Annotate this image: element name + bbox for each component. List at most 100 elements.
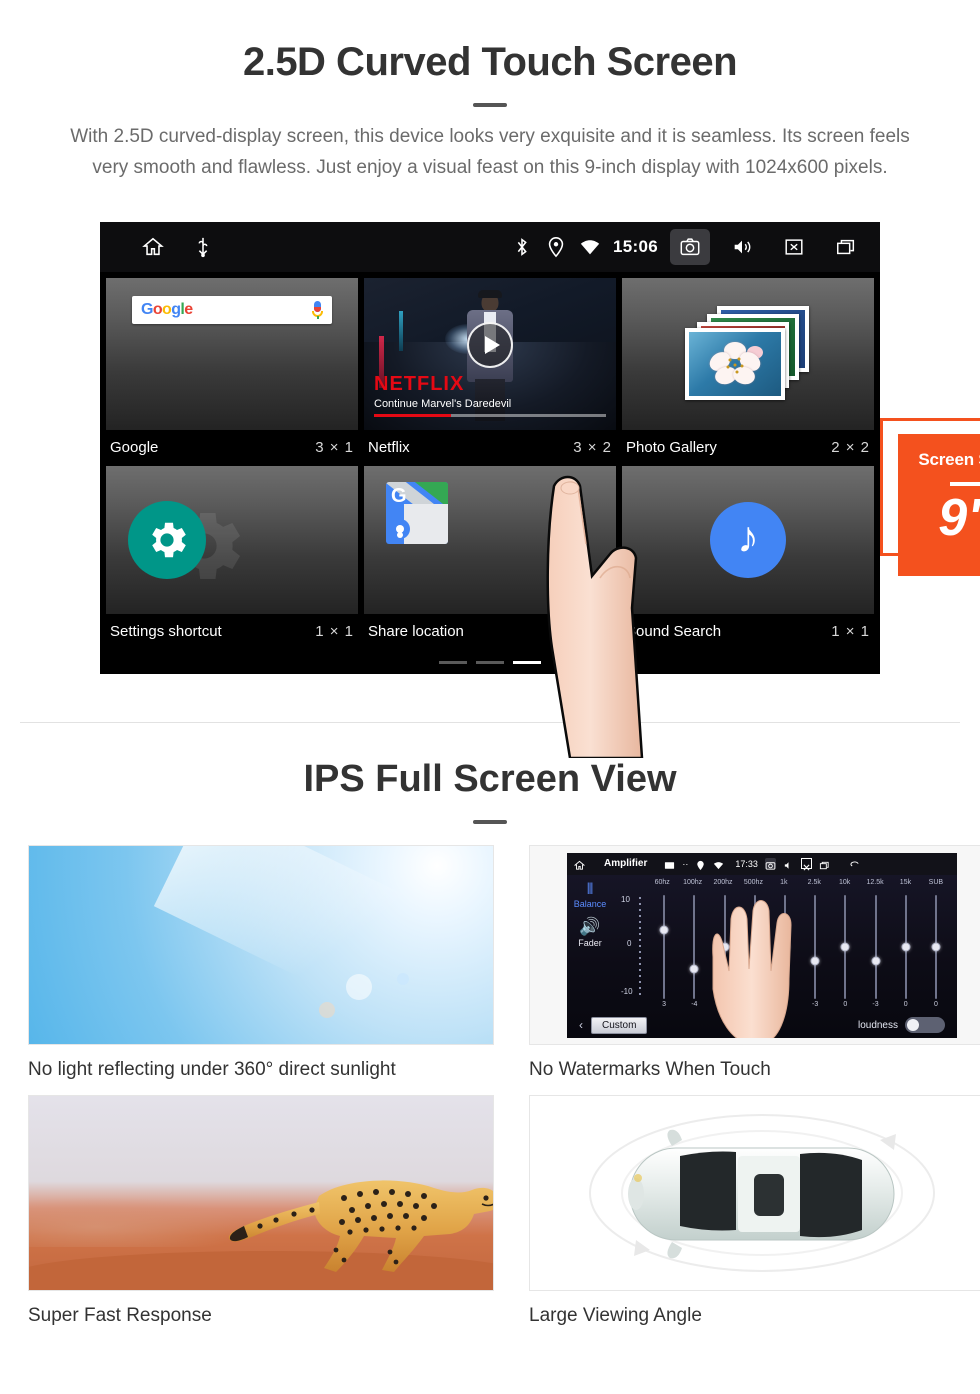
band-value: 0 — [933, 1000, 938, 1008]
widget-photo-gallery[interactable]: Photo Gallery 2 × 2 — [622, 278, 874, 466]
amplifier-status-bar: Amplifier ·· 17:33 — [567, 852, 957, 875]
camera-icon[interactable] — [764, 858, 776, 870]
photo-gallery-widget[interactable] — [685, 306, 811, 402]
volume-icon[interactable] — [722, 229, 762, 265]
amplifier-sidebar: ⦀ Balance 🔊 Fader — [567, 875, 613, 1038]
loudness-toggle[interactable] — [905, 1017, 945, 1033]
feature-thumbnail — [529, 1095, 980, 1291]
cheetah-silhouette — [224, 1154, 493, 1284]
feature-thumbnail — [28, 845, 494, 1045]
band-label: 500hz — [743, 878, 763, 886]
band-label: 12.5k — [866, 878, 884, 886]
settings-gear-icon[interactable] — [128, 501, 206, 579]
page-dot-1[interactable] — [439, 661, 467, 664]
recents-icon[interactable] — [826, 229, 866, 265]
band-value: 0 — [903, 1000, 908, 1008]
eq-slider[interactable] — [860, 894, 890, 999]
music-note-icon[interactable]: ♪ — [710, 502, 786, 578]
preset-button[interactable]: Custom — [591, 1016, 648, 1034]
widget-row-2: Settings shortcut 1 × 1 G Share location… — [106, 466, 874, 650]
back-arrow-icon[interactable]: ‹ — [579, 1018, 583, 1032]
status-bar-left — [142, 236, 214, 258]
product-feature-page: 2.5D Curved Touch Screen With 2.5D curve… — [0, 0, 980, 1394]
eq-slider[interactable] — [891, 894, 921, 999]
netflix-widget[interactable]: NETFLIX Continue Marvel's Daredevil — [364, 278, 616, 430]
widget-netflix[interactable]: NETFLIX Continue Marvel's Daredevil Netf… — [364, 278, 616, 466]
widget-google[interactable]: Google Google 3 × 1 — [106, 278, 358, 466]
running-cheetah-photo — [29, 1096, 493, 1290]
eq-slider[interactable] — [921, 894, 951, 999]
loudness-control[interactable]: loudness — [858, 1017, 945, 1033]
widget-sound-search[interactable]: ♪ Sound Search 1 × 1 — [622, 466, 874, 650]
sliders-icon[interactable]: ⦀ — [567, 881, 613, 898]
feature-fast-response: Super Fast Response — [28, 1095, 494, 1327]
google-search-widget[interactable]: Google — [132, 296, 332, 324]
feature-caption: No light reflecting under 360° direct su… — [28, 1059, 396, 1080]
wifi-icon — [579, 236, 601, 258]
balance-label[interactable]: Balance — [567, 899, 613, 909]
speaker-icon[interactable]: 🔊 — [567, 917, 613, 937]
scale-bottom: -10 — [621, 986, 633, 996]
recents-icon[interactable] — [819, 858, 830, 870]
amplifier-screen[interactable]: Amplifier ·· 17:33 ⦀ Balance 🔊 Fader 60h… — [567, 852, 957, 1038]
widget-share-location[interactable]: G Share location 1 × 1 — [364, 466, 616, 650]
widget-label: Share location 1 × 1 — [364, 614, 616, 650]
band-label: 1k — [780, 878, 788, 886]
page-dot-3[interactable] — [513, 661, 541, 664]
page-indicator[interactable] — [100, 661, 880, 664]
page-dot-2[interactable] — [476, 661, 504, 664]
widget-name: Photo Gallery — [626, 439, 717, 456]
feature-viewing-angle: Large Viewing Angle — [529, 1095, 980, 1327]
eq-slider[interactable] — [649, 894, 679, 999]
google-logo: Google — [141, 301, 193, 318]
widget-size: 1 × 1 — [573, 623, 612, 640]
home-icon[interactable] — [573, 858, 586, 870]
widget-size: 3 × 1 — [315, 439, 354, 456]
google-maps-icon[interactable]: G — [386, 482, 448, 544]
widget-size: 3 × 2 — [573, 439, 612, 456]
close-icon[interactable] — [774, 229, 814, 265]
status-bar: 15:06 — [100, 222, 880, 272]
fader-label[interactable]: Fader — [567, 938, 613, 948]
badge-title: Screen Size — [918, 450, 980, 469]
bluetooth-icon — [511, 236, 533, 258]
scale-mid: 0 — [627, 938, 632, 948]
touching-hand-illustration — [695, 897, 825, 1038]
widget-preview: G — [364, 466, 616, 614]
location-icon — [545, 236, 567, 258]
widget-label: Photo Gallery 2 × 2 — [622, 430, 874, 466]
band-label: 2.5k — [807, 878, 821, 886]
dots-icon: ·· — [682, 858, 689, 869]
section2-title: IPS Full Screen View — [303, 758, 677, 800]
camera-icon[interactable] — [670, 229, 710, 265]
status-bar-clock: 15:06 — [613, 237, 658, 256]
back-icon[interactable] — [849, 858, 860, 869]
home-icon[interactable] — [142, 236, 164, 258]
widget-settings-shortcut[interactable]: Settings shortcut 1 × 1 — [106, 466, 358, 650]
close-icon[interactable] — [800, 858, 812, 871]
amplifier-equalizer-screenshot: Amplifier ·· 17:33 ⦀ Balance 🔊 Fader 60h… — [530, 846, 980, 1044]
play-icon[interactable] — [467, 321, 513, 368]
scale-top: 10 — [621, 894, 630, 904]
amplifier-title: Amplifier — [604, 858, 648, 869]
band-label: 100hz — [683, 878, 703, 886]
widget-label: Settings shortcut 1 × 1 — [106, 614, 358, 650]
usb-icon[interactable] — [192, 236, 214, 258]
feature-row-2: Super Fast Response Large Viewing Angle — [28, 1095, 980, 1327]
android-home-screen[interactable]: 15:06 Google Google 3 × 1 NETFLIX Contin… — [100, 222, 880, 674]
widget-preview: ♪ — [622, 466, 874, 614]
feature-thumbnail — [28, 1095, 494, 1291]
cherry-blossom — [706, 342, 764, 388]
widget-name: Share location — [368, 623, 464, 640]
eq-slider[interactable] — [830, 894, 860, 999]
mic-icon[interactable] — [312, 301, 323, 319]
neon-light-blue — [399, 311, 404, 352]
widget-size: 1 × 1 — [315, 623, 354, 640]
band-label: 15k — [899, 878, 912, 886]
scale-ruler — [639, 896, 641, 997]
sunlight-sky-photo — [29, 846, 493, 1044]
feature-no-watermarks: Amplifier ·· 17:33 ⦀ Balance 🔊 Fader 60h… — [529, 845, 980, 1081]
volume-icon[interactable] — [783, 858, 794, 869]
band-value: 3 — [662, 1000, 667, 1008]
feature-row-1: No light reflecting under 360° direct su… — [28, 845, 980, 1081]
